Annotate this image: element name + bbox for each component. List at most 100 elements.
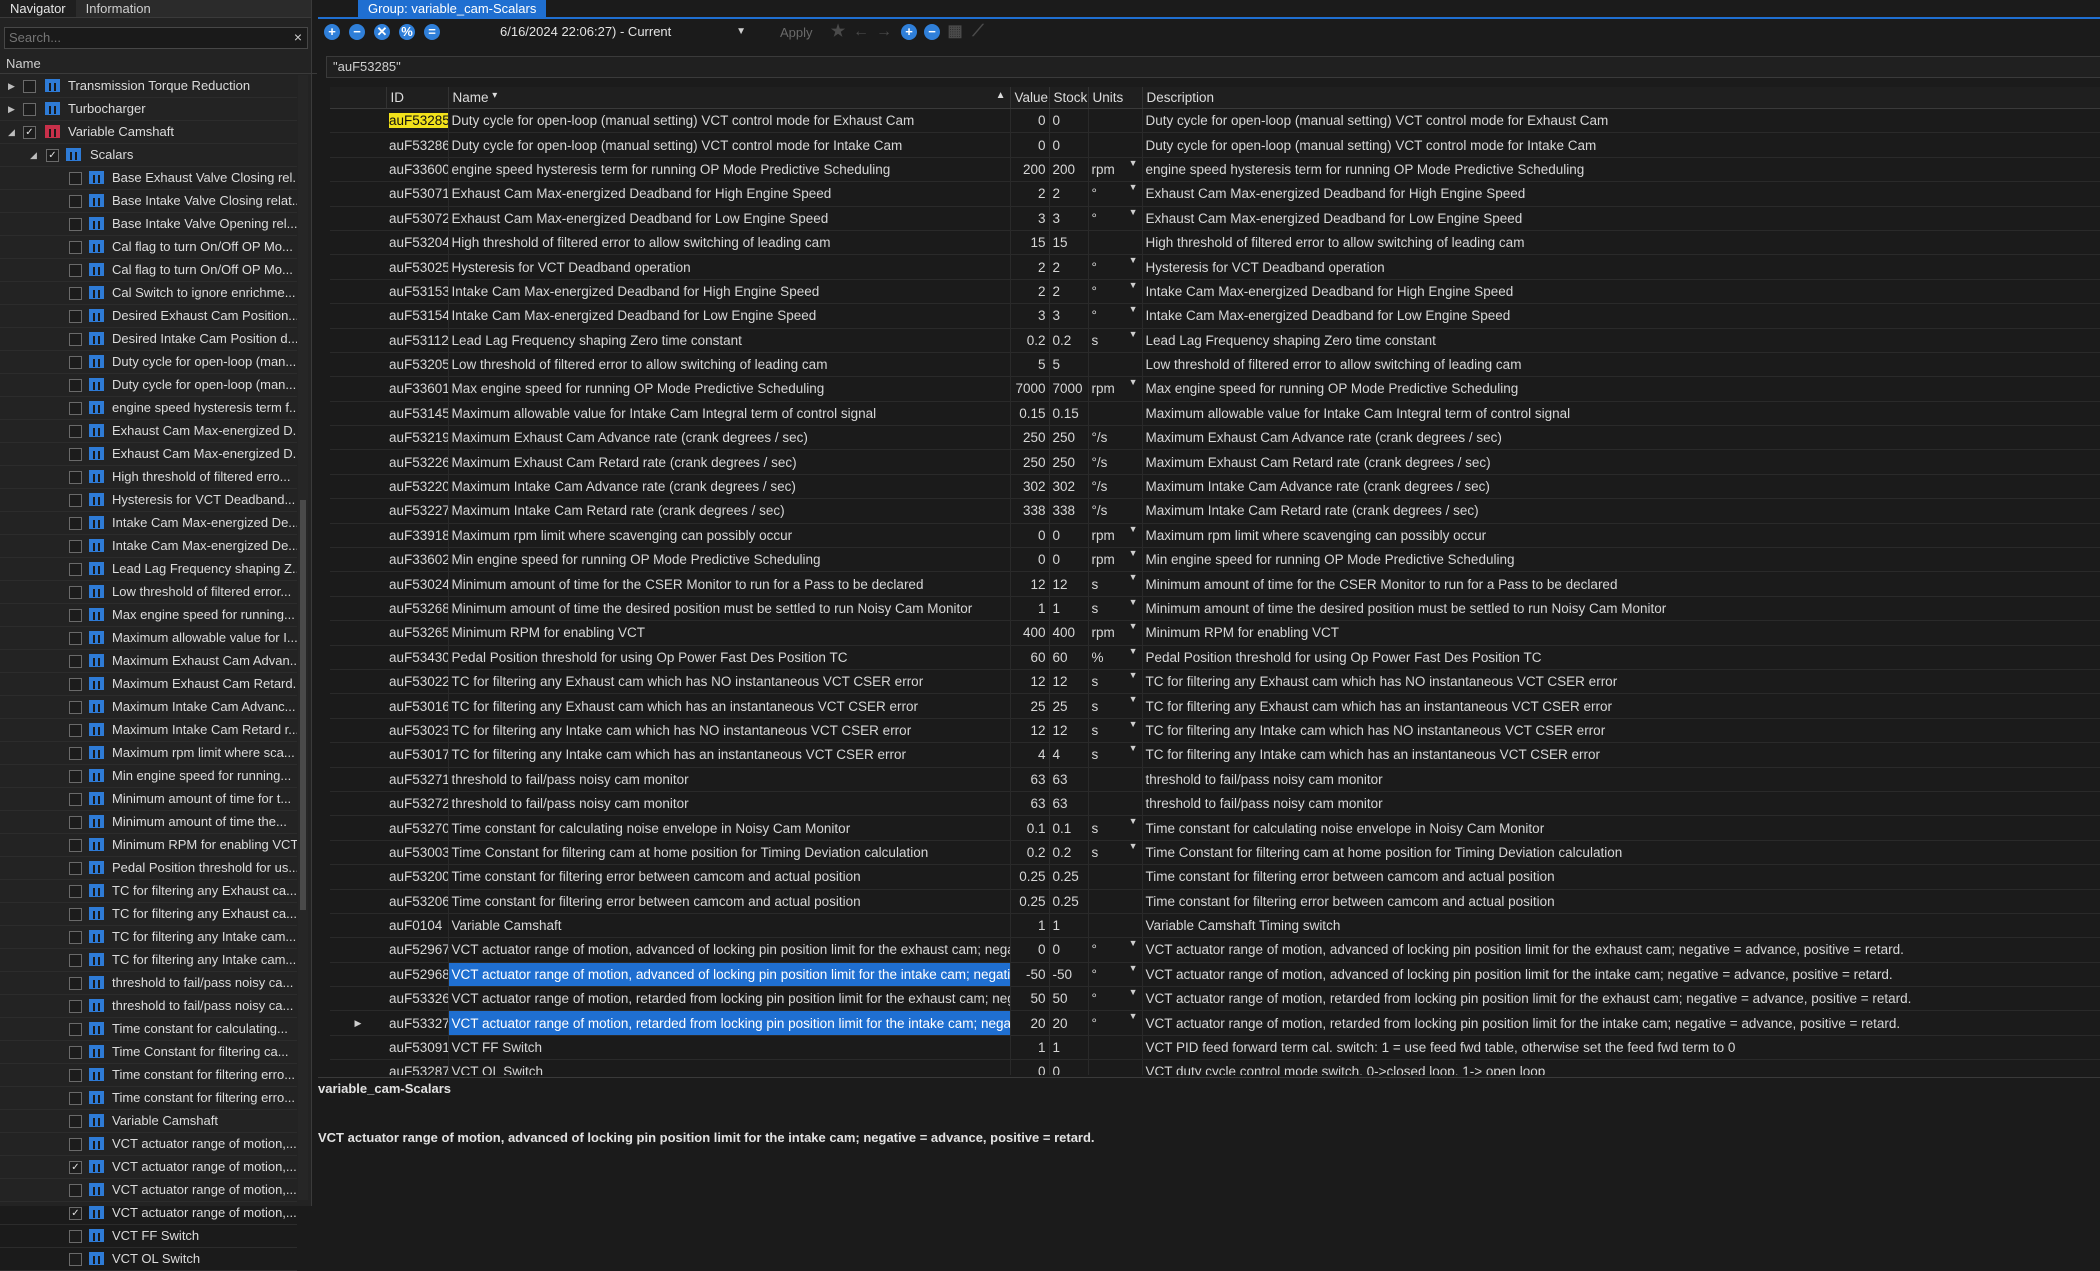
tree-item-checkbox[interactable]: ✓ [23,126,36,139]
cell-id[interactable]: auF0104 [386,913,449,939]
cell-description[interactable]: VCT duty cycle control mode switch, 0->c… [1142,1059,2100,1075]
row-indicator[interactable] [330,449,386,475]
column-header-units[interactable]: Units [1088,87,1143,109]
cell-value[interactable]: 302 [1010,474,1050,500]
cell-name[interactable]: TC for filtering any Intake cam which ha… [448,742,1011,768]
row-indicator[interactable] [330,986,386,1012]
row-indicator[interactable] [330,596,386,622]
cell-name[interactable]: TC for filtering any Intake cam which ha… [448,718,1011,744]
units-dropdown-icon[interactable]: ▼ [1129,694,1138,704]
cell-id[interactable]: auF53024 [386,571,449,597]
collapse-icon[interactable]: ◢ [8,121,15,143]
tree-item[interactable]: Maximum allowable value for I... [0,627,297,650]
cell-name[interactable]: VCT actuator range of motion, advanced o… [448,937,1011,963]
tree-item-checkbox[interactable]: ✓ [46,149,59,162]
tree-item-checkbox[interactable] [69,977,82,990]
tree-item-checkbox[interactable] [69,586,82,599]
cell-id[interactable]: auF53016 [386,693,449,719]
equals-icon[interactable]: = [424,24,440,40]
cell-id[interactable]: auF53287 [386,1059,449,1075]
tree-item-checkbox[interactable] [69,1000,82,1013]
cell-id[interactable]: auF53206 [386,889,449,914]
row-indicator[interactable] [330,571,386,597]
row-indicator[interactable] [330,254,386,280]
tree-item-checkbox[interactable] [69,839,82,852]
cell-name[interactable]: Lead Lag Frequency shaping Zero time con… [448,328,1011,353]
tree-item-checkbox[interactable] [69,172,82,185]
cell-name[interactable]: VCT actuator range of motion, advanced o… [448,962,1011,988]
cell-name[interactable]: Time constant for calculating noise enve… [448,815,1011,841]
row-indicator[interactable] [330,279,386,305]
tree-item[interactable]: threshold to fail/pass noisy ca... [0,972,297,995]
row-indicator[interactable] [330,864,386,890]
units-dropdown-icon[interactable]: ▼ [1129,987,1138,997]
tree-item-checkbox[interactable] [69,885,82,898]
cell-id[interactable]: auF53220 [386,474,449,500]
cell-name[interactable]: engine speed hysteresis term for running… [448,157,1011,183]
table-row[interactable]: auF53024 Minimum amount of time for the C… [330,571,2100,597]
row-indicator[interactable] [330,328,386,353]
cell-id[interactable]: auF52967 [386,937,449,963]
cell-description[interactable]: Variable Camshaft Timing switch [1142,913,2100,939]
cell-id[interactable]: auF53022 [386,669,449,695]
units-dropdown-icon[interactable]: ▼ [1129,670,1138,680]
cell-id[interactable]: auF53154 [386,303,449,329]
tree-item[interactable]: Maximum Exhaust Cam Retard... [0,673,297,696]
cell-value[interactable]: 12 [1010,669,1050,695]
apply-button[interactable]: Apply [780,24,813,42]
table-row[interactable]: auF53265 Minimum RPM for enabling VCT 400 4… [330,620,2100,646]
cell-id[interactable]: auF53327 [386,1010,449,1036]
cell-name[interactable]: Minimum amount of time the desired posit… [448,596,1011,622]
cell-units[interactable]: ° ▼ [1088,937,1143,963]
cell-id[interactable]: auF53226 [386,449,449,475]
units-dropdown-icon[interactable]: ▼ [1129,938,1138,948]
tree-item-checkbox[interactable] [69,724,82,737]
cell-name[interactable]: Maximum allowable value for Intake Cam I… [448,401,1011,427]
cell-id[interactable]: auF53219 [386,425,449,451]
tree-item[interactable]: Cal Switch to ignore enrichme... [0,282,297,305]
tree-item-checkbox[interactable] [69,333,82,346]
tree-column-header[interactable]: Name [0,55,317,74]
cell-value[interactable]: 20 [1010,1010,1050,1036]
cell-value[interactable]: 63 [1010,767,1050,792]
tree-item-checkbox[interactable] [69,1253,82,1266]
cell-value[interactable]: 2 [1010,254,1050,280]
row-indicator[interactable] [330,1059,386,1075]
units-dropdown-icon[interactable]: ▼ [1129,182,1138,192]
row-indicator[interactable] [330,791,386,817]
table-row[interactable]: auF53220 Maximum Intake Cam Advance rate … [330,474,2100,500]
row-indicator[interactable] [330,840,386,866]
tree-item-checkbox[interactable] [69,402,82,415]
table-row[interactable]: auF53226 Maximum Exhaust Cam Retard rate … [330,449,2100,475]
tree-item[interactable]: High threshold of filtered erro... [0,466,297,489]
clear-search-icon[interactable]: × [294,29,302,45]
cell-description[interactable]: Duty cycle for open-loop (manual setting… [1142,132,2100,158]
cell-value[interactable]: 2 [1010,181,1050,207]
cell-units[interactable]: ° ▼ [1088,1010,1143,1036]
units-dropdown-icon[interactable]: ▼ [1129,1011,1138,1021]
cell-units[interactable]: s ▼ [1088,571,1143,597]
cell-name[interactable]: Maximum Exhaust Cam Advance rate (crank … [448,425,1011,451]
row-indicator[interactable] [330,498,386,524]
tree-item-checkbox[interactable] [69,310,82,323]
cell-id[interactable]: auF53071 [386,181,449,207]
cell-id[interactable]: auF53145 [386,401,449,427]
cell-id[interactable]: auF53025 [386,254,449,280]
cell-id[interactable]: auF53227 [386,498,449,524]
tree-item[interactable]: TC for filtering any Intake cam... [0,926,297,949]
table-row[interactable]: auF53287 VCT OL Switch 0 0 VCT duty cycle co… [330,1059,2100,1075]
tree-item-checkbox[interactable] [69,632,82,645]
tree-item[interactable]: Time constant for calculating... [0,1018,297,1041]
tree-item-checkbox[interactable] [69,195,82,208]
cell-units[interactable]: °/s [1088,425,1143,451]
tree-item-checkbox[interactable] [69,908,82,921]
units-dropdown-icon[interactable]: ▼ [1129,963,1138,973]
tree-item[interactable]: Hysteresis for VCT Deadband... [0,489,297,512]
tree-item-checkbox[interactable] [23,103,36,116]
units-dropdown-icon[interactable]: ▼ [1129,524,1138,534]
table-row[interactable]: auF52968 VCT actuator range of motion, ad… [330,962,2100,988]
cell-value[interactable]: 1 [1010,596,1050,622]
column-header-id[interactable]: ID [386,87,449,109]
cell-id[interactable]: auF33918 [386,523,449,549]
table-row[interactable]: auF53285 Duty cycle for open-loop (manual… [330,108,2100,134]
